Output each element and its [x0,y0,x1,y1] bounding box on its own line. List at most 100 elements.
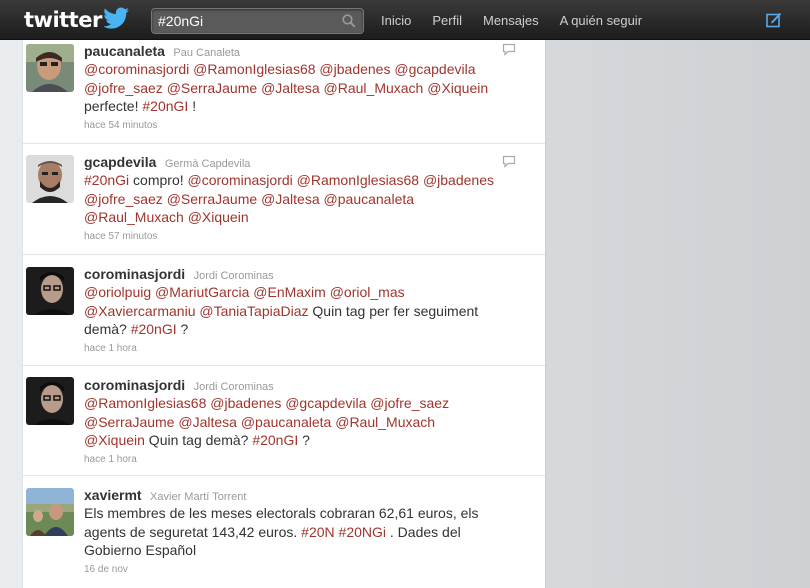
tweet-plain-text: . Dades del [386,523,461,540]
tweet-full-name: Xavier Martí Torrent [150,491,247,503]
mention-link[interactable]: @jbadenes [319,61,390,77]
mention-link[interactable]: @paucanaleta [241,414,332,430]
tweet-text-line: @jofre_saez @SerraJaume @Jaltesa @paucan… [84,190,529,209]
tweet-text-line: @RamonIglesias68 @jbadenes @gcapdevila @… [84,394,529,413]
mention-link[interactable]: @SerraJaume [167,191,257,207]
mention-link[interactable]: @EnMaxim [253,284,326,300]
mention-link[interactable]: @jofre_saez [84,80,163,96]
tweet-timestamp[interactable]: hace 1 hora [84,454,529,465]
mention-link[interactable]: @gcapdevila [285,395,366,411]
tweet-full-name: Pau Canaleta [173,47,241,59]
tweet-text-line: #20nGi compro! @corominasjordi @RamonIgl… [84,171,529,190]
tweet-screen-name[interactable]: paucanaleta [84,43,165,59]
mention-link[interactable]: @Raul_Muxach [84,209,184,225]
hashtag-link[interactable]: #20nGI [142,98,188,114]
hashtag-link[interactable]: #20N [301,524,334,540]
avatar[interactable] [26,44,74,92]
search-input[interactable] [152,9,337,33]
nav-profile[interactable]: Perfil [432,13,462,28]
tweet-plain-text: Quin tag per fer seguiment [308,302,479,319]
mention-link[interactable]: @paucanaleta [324,191,415,207]
left-background-strip [0,40,22,588]
hashtag-link[interactable]: #20nGi [84,172,129,188]
avatar[interactable] [26,377,74,425]
avatar[interactable] [26,267,74,315]
mention-link[interactable]: @RamonIglesias68 [297,172,419,188]
tweet-screen-name[interactable]: xaviermt [84,487,142,503]
tweet-text-line: @Xiquein Quin tag demà? #20nGI ? [84,431,529,450]
tweet-plain-text: compro! [129,172,188,188]
mention-link[interactable]: @oriolpuig [84,284,151,300]
tweet-screen-name[interactable]: corominasjordi [84,377,185,393]
mention-link[interactable]: @jbadenes [423,172,494,188]
mention-link[interactable]: @Raul_Muxach [324,80,424,96]
mention-link[interactable]: @Xiquein [427,80,488,96]
tweet-item[interactable]: xaviermt Xavier Martí Torrent Els membre… [23,476,545,588]
hashtag-link[interactable]: #20nGI [131,321,177,337]
tweet-screen-name[interactable]: corominasjordi [84,266,185,282]
search-icon[interactable] [342,14,356,33]
hashtag-link[interactable]: #20NGi [339,524,386,540]
mention-link[interactable]: @corominasjordi [84,61,189,77]
tweet-plain-text: Els membres de les meses electorals cobr… [84,505,479,521]
tweet-item[interactable]: corominasjordi Jordi Corominas @RamonIgl… [23,366,545,476]
tweet-text-line: perfecte! #20nGI ! [84,97,529,116]
reply-icon[interactable] [502,155,516,173]
tweet-text: #20nGi compro! @corominasjordi @RamonIgl… [84,171,529,227]
bird-icon [102,7,130,34]
mention-link[interactable]: @TaniaTapiaDiaz [199,303,308,319]
tweet-header: gcapdevila Germà Capdevila [84,153,529,171]
mention-link[interactable]: @Jaltesa [261,80,320,96]
compose-tweet-icon[interactable] [766,12,782,33]
tweet-text-line: @jofre_saez @SerraJaume @Jaltesa @Raul_M… [84,79,529,98]
mention-link[interactable]: @Jaltesa [261,191,320,207]
mention-link[interactable]: @oriol_mas [330,284,405,300]
mention-link[interactable]: @Xiquein [188,209,249,225]
mention-link[interactable]: @gcapdevila [394,61,475,77]
tweet-content: corominasjordi Jordi Corominas @RamonIgl… [84,376,529,465]
mention-link[interactable]: @SerraJaume [84,414,174,430]
mention-link[interactable]: @Xaviercarmaniu [84,303,195,319]
tweet-header: corominasjordi Jordi Corominas [84,265,529,283]
tweet-timestamp[interactable]: hace 54 minutos [84,120,529,131]
tweet-text: @corominasjordi @RamonIglesias68 @jbaden… [84,60,529,116]
hashtag-link[interactable]: #20nGI [252,432,298,448]
avatar[interactable] [26,155,74,203]
tweet-full-name: Jordi Corominas [193,381,274,393]
mention-link[interactable]: @Raul_Muxach [335,414,435,430]
tweet-timestamp[interactable]: hace 1 hora [84,343,529,354]
tweet-item[interactable]: paucanaleta Pau Canaleta @corominasjordi… [23,40,545,144]
twitter-logo[interactable]: twitter [24,6,130,34]
tweet-plain-text: Quin tag demà? [144,432,253,448]
mention-link[interactable]: @RamonIglesias68 [84,395,206,411]
mention-link[interactable]: @MariutGarcia [155,284,249,300]
mention-link[interactable]: @jofre_saez [84,191,163,207]
tweet-timestamp[interactable]: 16 de nov [84,564,529,575]
mention-link[interactable]: @corominasjordi [188,172,293,188]
tweet-item[interactable]: gcapdevila Germà Capdevila #20nGi compro… [23,144,545,255]
reply-icon[interactable] [502,43,516,61]
tweet-text-line: agents de seguretat 143,42 euros. #20N #… [84,523,529,542]
tweet-text-line: @Xaviercarmaniu @TaniaTapiaDiaz Quin tag… [84,302,529,321]
tweet-plain-text: demà? [84,321,131,337]
search-box[interactable] [151,8,364,34]
tweet-header: paucanaleta Pau Canaleta [84,42,529,60]
tweet-item[interactable]: corominasjordi Jordi Corominas @oriolpui… [23,255,545,366]
mention-link[interactable]: @SerraJaume [167,80,257,96]
tweet-plain-text: Gobierno Español [84,542,197,558]
tweet-plain-text: agents de seguretat 143,42 euros. [84,523,302,540]
nav-who-to-follow[interactable]: A quién seguir [560,13,642,28]
tweet-text-line: Gobierno Español [84,541,529,560]
mention-link[interactable]: @RamonIglesias68 [193,61,315,77]
nav-messages[interactable]: Mensajes [483,13,539,28]
main-nav: Inicio Perfil Mensajes A quién seguir [381,0,663,40]
mention-link[interactable]: @Xiquein [84,432,145,448]
nav-home[interactable]: Inicio [381,13,411,28]
mention-link[interactable]: @Jaltesa [178,414,237,430]
tweet-screen-name[interactable]: gcapdevila [84,154,156,170]
mention-link[interactable]: @jofre_saez [370,395,449,411]
mention-link[interactable]: @jbadenes [210,395,281,411]
top-bar: twitter Inicio Perfil Mensajes A quién s… [0,0,810,40]
avatar[interactable] [26,488,74,536]
tweet-timestamp[interactable]: hace 57 minutos [84,231,529,242]
